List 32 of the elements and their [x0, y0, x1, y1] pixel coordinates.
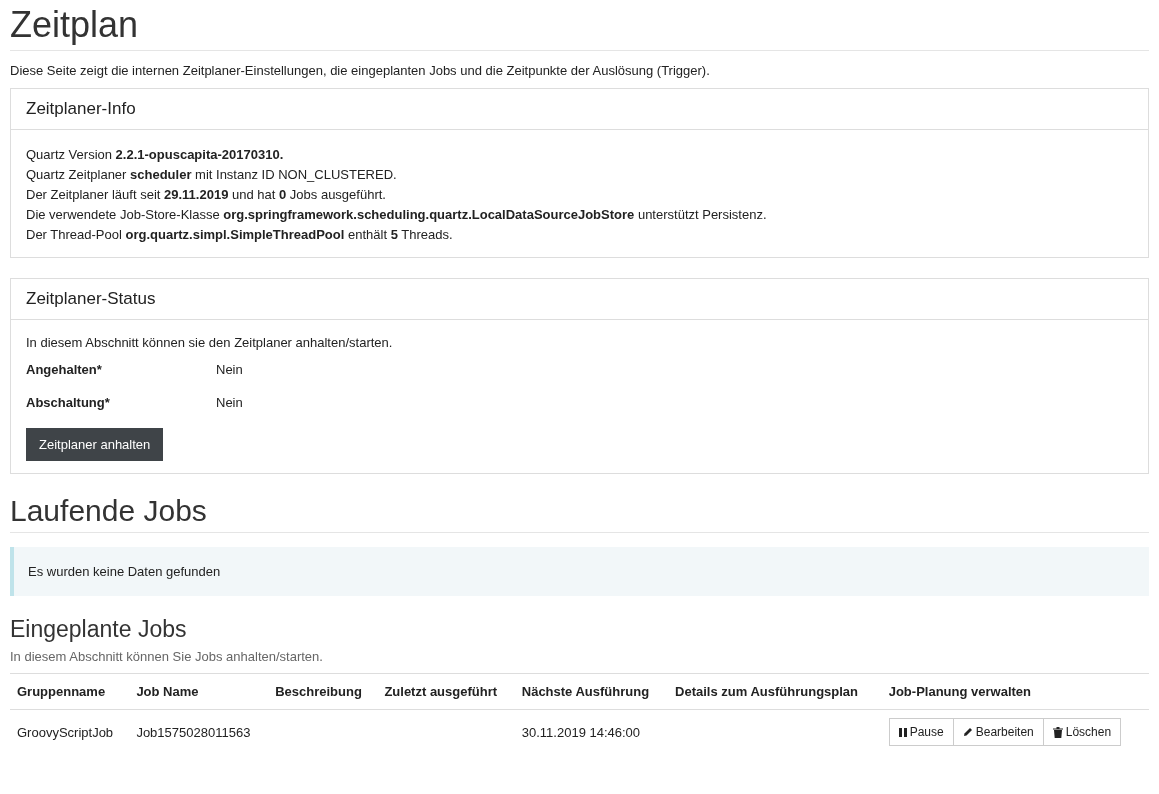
field-value: Nein	[216, 361, 244, 379]
info-line: Die verwendete Job-Store-Klasse org.springframework.scheduling.quartz.LocalDataSourceJobStore unterstützt Persistenz.	[26, 206, 768, 224]
empty-message: Es wurden keine Daten gefunden	[10, 547, 1149, 596]
column-header: Gruppenname	[10, 673, 130, 710]
section-heading: Laufende Jobs	[10, 494, 1149, 533]
column-header: Zuletzt ausgeführt	[377, 673, 515, 710]
column-header: Details zum Ausführungsplan	[668, 673, 882, 710]
section-heading: Eingeplante Jobs	[10, 616, 188, 643]
intro-text: Diese Seite zeigt die internen Zeitplaner-Einstellungen, die eingeplanten Jobs und die Zeitpunkte der Auslösung (Trigger).	[10, 63, 711, 78]
table-cell: GroovyScriptJob	[10, 709, 130, 754]
column-header: Job-Planung verwalten	[881, 673, 1149, 710]
page-title: Zeitplan	[10, 0, 1149, 51]
table-cell: Job1575028011563	[129, 709, 269, 754]
info-line: Der Thread-Pool org.quartz.simpl.SimpleThreadPool enthält 5 Threads.	[26, 226, 454, 244]
column-header: Nächste Ausführung	[514, 673, 669, 710]
pause-icon	[898, 727, 907, 737]
field-label: Abschaltung*	[26, 394, 111, 412]
status-description: In diesem Abschnitt können sie den Zeitplaner anhalten/starten.	[26, 335, 394, 350]
info-line: Quartz Version 2.2.1-opuscapita-20170310.	[26, 146, 285, 164]
pause-scheduler-button[interactable]: Zeitplaner anhalten	[26, 428, 164, 461]
field-value: Nein	[216, 394, 244, 412]
info-line: Quartz Zeitplaner scheduler mit Instanz ID NON_CLUSTERED.	[26, 166, 398, 184]
field-label: Angehalten*	[26, 361, 103, 379]
panel-heading: Zeitplaner-Status	[11, 279, 1148, 320]
panel-heading: Zeitplaner-Info	[11, 89, 1148, 130]
pencil-icon	[962, 727, 973, 737]
table-cell: 30.11.2019 14:46:00	[514, 709, 669, 754]
column-header: Job Name	[129, 673, 269, 710]
trash-icon	[1052, 726, 1063, 738]
column-header: Beschreibung	[268, 673, 378, 710]
info-line: Der Zeitplaner läuft seit 29.11.2019 und hat 0 Jobs ausgeführt.	[26, 186, 387, 204]
section-description: In diesem Abschnitt können Sie Jobs anhalten/starten.	[10, 649, 324, 664]
